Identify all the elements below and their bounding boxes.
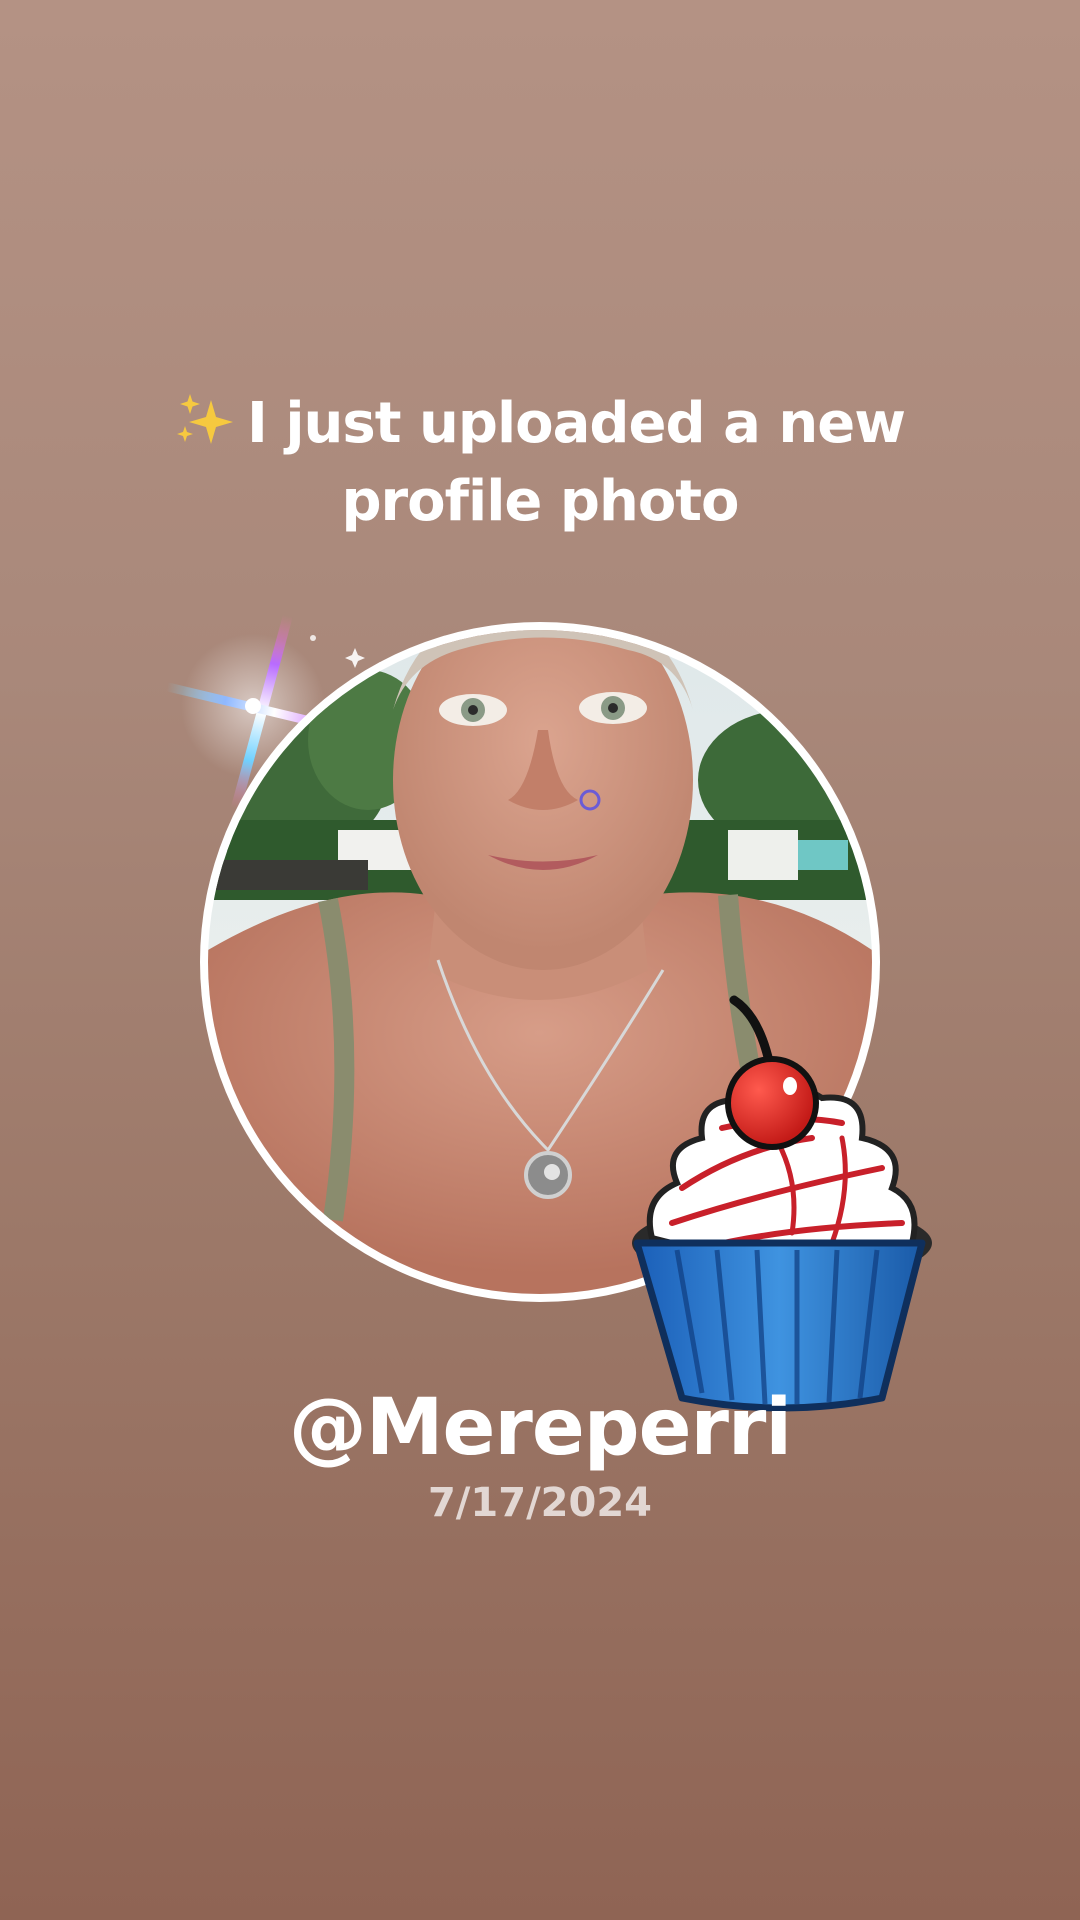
username[interactable]: @Mereperri xyxy=(0,1378,1080,1478)
announcement-text: I just uploaded a new profile photo xyxy=(0,385,1080,541)
announcement-line-1: I just uploaded a new xyxy=(0,385,1080,463)
upload-date: 7/17/2024 xyxy=(427,1480,653,1526)
cupcake-sticker xyxy=(632,995,932,1412)
announcement-line-1-text: I just uploaded a new xyxy=(247,391,906,456)
announcement-line-2: profile photo xyxy=(341,469,739,534)
sparkles-icon xyxy=(177,394,234,444)
